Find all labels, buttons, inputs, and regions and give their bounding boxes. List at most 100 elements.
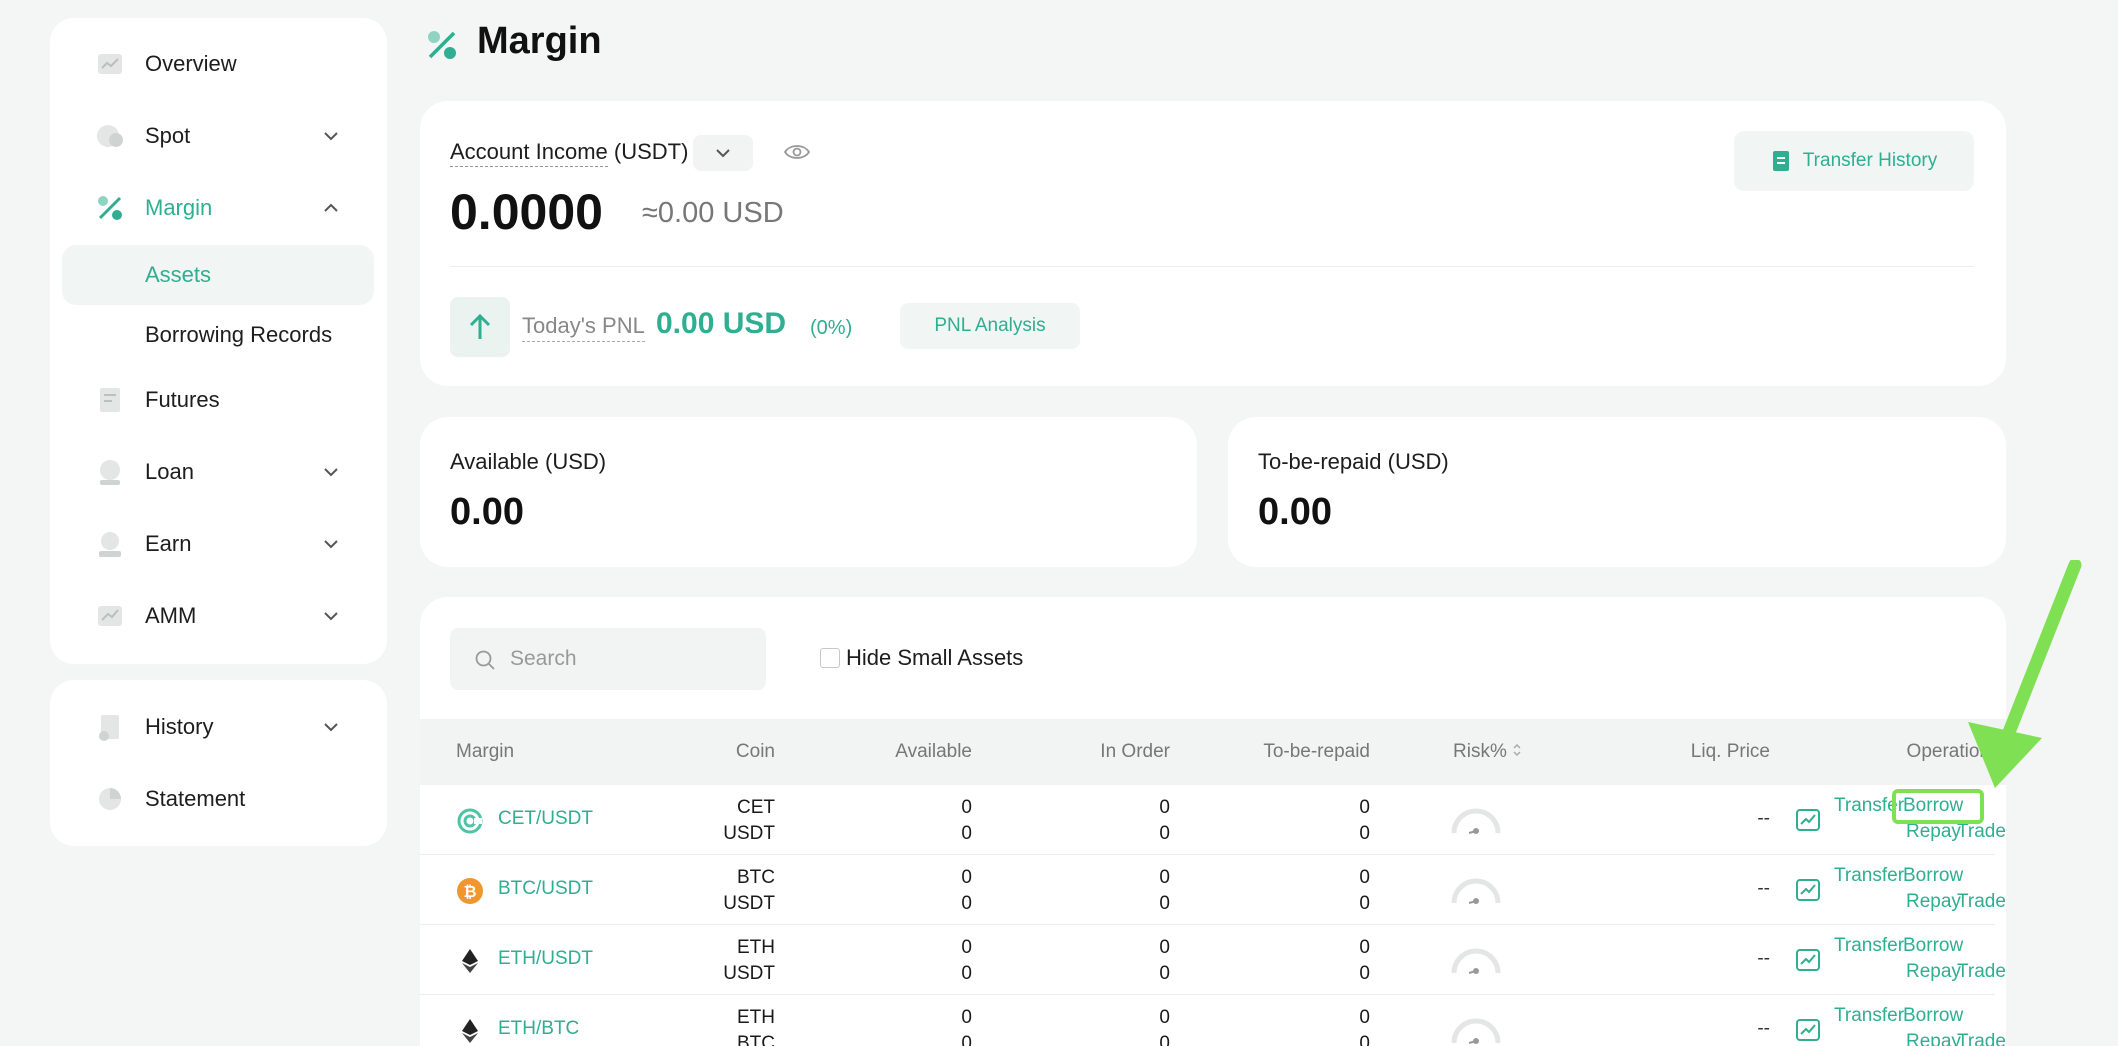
spot-icon [97, 125, 123, 147]
sidebar-item-amm[interactable]: AMM [50, 586, 387, 646]
eye-icon[interactable] [783, 141, 811, 163]
sidebar-item-earn[interactable]: Earn [50, 514, 387, 574]
sidebar-item-label: Loan [145, 459, 194, 484]
sidebar-item-overview[interactable]: Overview [50, 34, 387, 94]
chevron-down-icon [324, 723, 338, 732]
account-income-unit: (USDT) [613, 139, 689, 164]
trade-link[interactable]: Trade [1957, 821, 2006, 843]
to-be-repaid-base: 0 [1359, 867, 1370, 888]
available-label: Available (USD) [450, 449, 607, 474]
risk-gauge-icon [1451, 808, 1501, 834]
sidebar-secondary: History Statement [50, 680, 387, 846]
pnl-analysis-button[interactable]: PNL Analysis [900, 303, 1080, 349]
available-base: 0 [961, 1007, 972, 1028]
sidebar-item-margin[interactable]: Margin [50, 178, 387, 238]
sidebar-item-statement[interactable]: Statement [50, 769, 387, 829]
sidebar-subitem-label: Borrowing Records [145, 322, 333, 347]
hide-small-assets-toggle[interactable]: Hide Small Assets [820, 645, 1023, 671]
in-order-quote: 0 [1159, 1033, 1170, 1046]
header-in-order: In Order [1100, 741, 1170, 762]
cet-coin-icon [457, 808, 483, 834]
sidebar-subitem-borrowing-records[interactable]: Borrowing Records [62, 305, 374, 365]
pair-link[interactable]: ETH/USDT [498, 948, 593, 970]
sidebar-item-spot[interactable]: Spot [50, 106, 387, 166]
chart-icon[interactable] [1795, 808, 1821, 832]
sidebar-subitem-assets[interactable]: Assets [62, 245, 374, 305]
divider [450, 266, 1974, 267]
pair-link[interactable]: CET/USDT [498, 808, 593, 830]
in-order-quote: 0 [1159, 823, 1170, 844]
in-order-base: 0 [1159, 937, 1170, 958]
transfer-link[interactable]: Transfer [1834, 935, 1904, 957]
liq-price: -- [1757, 948, 1770, 969]
in-order-quote: 0 [1159, 963, 1170, 984]
liq-price: -- [1757, 1018, 1770, 1039]
coin-base: ETH [737, 937, 775, 958]
borrow-link[interactable]: Borrow [1903, 935, 1963, 957]
to-be-repaid-base: 0 [1359, 937, 1370, 958]
trade-link[interactable]: Trade [1957, 1031, 2006, 1046]
table-row: ETH/BTC ETH BTC 0 0 0 0 0 0 -- Transfer … [420, 995, 2006, 1046]
risk-gauge-icon [1451, 948, 1501, 974]
sidebar-item-label: AMM [145, 603, 197, 628]
chart-icon[interactable] [1795, 1018, 1821, 1042]
repay-link[interactable]: Repay [1906, 1031, 1961, 1046]
trade-link[interactable]: Trade [1957, 891, 2006, 913]
todays-pnl-value: 0.00 USD [656, 307, 787, 340]
search-box[interactable] [450, 628, 766, 690]
todays-pnl-label[interactable]: Today's PNL [522, 313, 645, 342]
to-be-repaid-quote: 0 [1359, 823, 1370, 844]
coin-quote: USDT [723, 893, 775, 914]
eth-coin-icon [462, 949, 478, 973]
sidebar-item-label: History [145, 714, 214, 739]
margin-title-icon [428, 31, 456, 59]
eth-coin-icon [462, 1019, 478, 1043]
pnl-trend-badge [450, 297, 510, 357]
sidebar-item-label: Margin [145, 195, 213, 220]
transfer-link[interactable]: Transfer [1834, 1005, 1904, 1027]
coin-base: ETH [737, 1007, 775, 1028]
repay-link[interactable]: Repay [1906, 961, 1961, 983]
sidebar-item-futures[interactable]: Futures [50, 370, 387, 430]
header-risk[interactable]: Risk% [1453, 741, 1522, 763]
coin-base: CET [737, 797, 775, 818]
coin-quote: BTC [737, 1033, 775, 1046]
account-income-usd: ≈0.00 USD [642, 197, 784, 229]
chart-icon[interactable] [1795, 878, 1821, 902]
repay-link[interactable]: Repay [1906, 891, 1961, 913]
table-row: ₿ BTC/USDT BTC USDT 0 0 0 0 0 0 -- Trans… [420, 855, 2006, 925]
transfer-link[interactable]: Transfer [1834, 865, 1904, 887]
search-input[interactable] [510, 640, 750, 678]
futures-icon [100, 388, 120, 412]
hide-small-assets-checkbox[interactable] [820, 648, 840, 668]
transfer-history-button[interactable]: Transfer History [1734, 131, 1974, 191]
in-order-base: 0 [1159, 867, 1170, 888]
repay-link[interactable]: Repay [1906, 821, 1961, 843]
borrow-link[interactable]: Borrow [1903, 865, 1963, 887]
chart-icon[interactable] [1795, 948, 1821, 972]
sidebar-item-history[interactable]: History [50, 697, 387, 757]
liq-price: -- [1757, 808, 1770, 829]
sidebar-item-loan[interactable]: Loan [50, 442, 387, 502]
borrow-link[interactable]: Borrow [1903, 1005, 1963, 1027]
sidebar-item-label: Earn [145, 531, 192, 556]
header-coin: Coin [735, 741, 775, 762]
risk-gauge-icon [1451, 1018, 1501, 1044]
sidebar-subitem-label: Assets [145, 262, 212, 287]
header-available: Available [895, 741, 972, 762]
sidebar-item-label: Statement [145, 786, 246, 811]
chevron-down-icon [324, 612, 338, 621]
account-income-card: Account Income (USDT) 0.0000 ≈0.00 USD T… [420, 101, 2006, 386]
sort-icon [1513, 743, 1521, 757]
available-quote: 0 [961, 823, 972, 844]
account-income-title[interactable]: Account Income [450, 139, 608, 167]
statement-icon [99, 788, 121, 810]
pair-link[interactable]: ETH/BTC [498, 1018, 579, 1040]
available-card: Available (USD) 0.00 [420, 417, 1197, 567]
pair-link[interactable]: BTC/USDT [498, 878, 593, 900]
available-base: 0 [961, 867, 972, 888]
liq-price: -- [1757, 878, 1770, 899]
chevron-down-icon [324, 468, 338, 477]
trade-link[interactable]: Trade [1957, 961, 2006, 983]
currency-dropdown[interactable] [693, 135, 753, 171]
